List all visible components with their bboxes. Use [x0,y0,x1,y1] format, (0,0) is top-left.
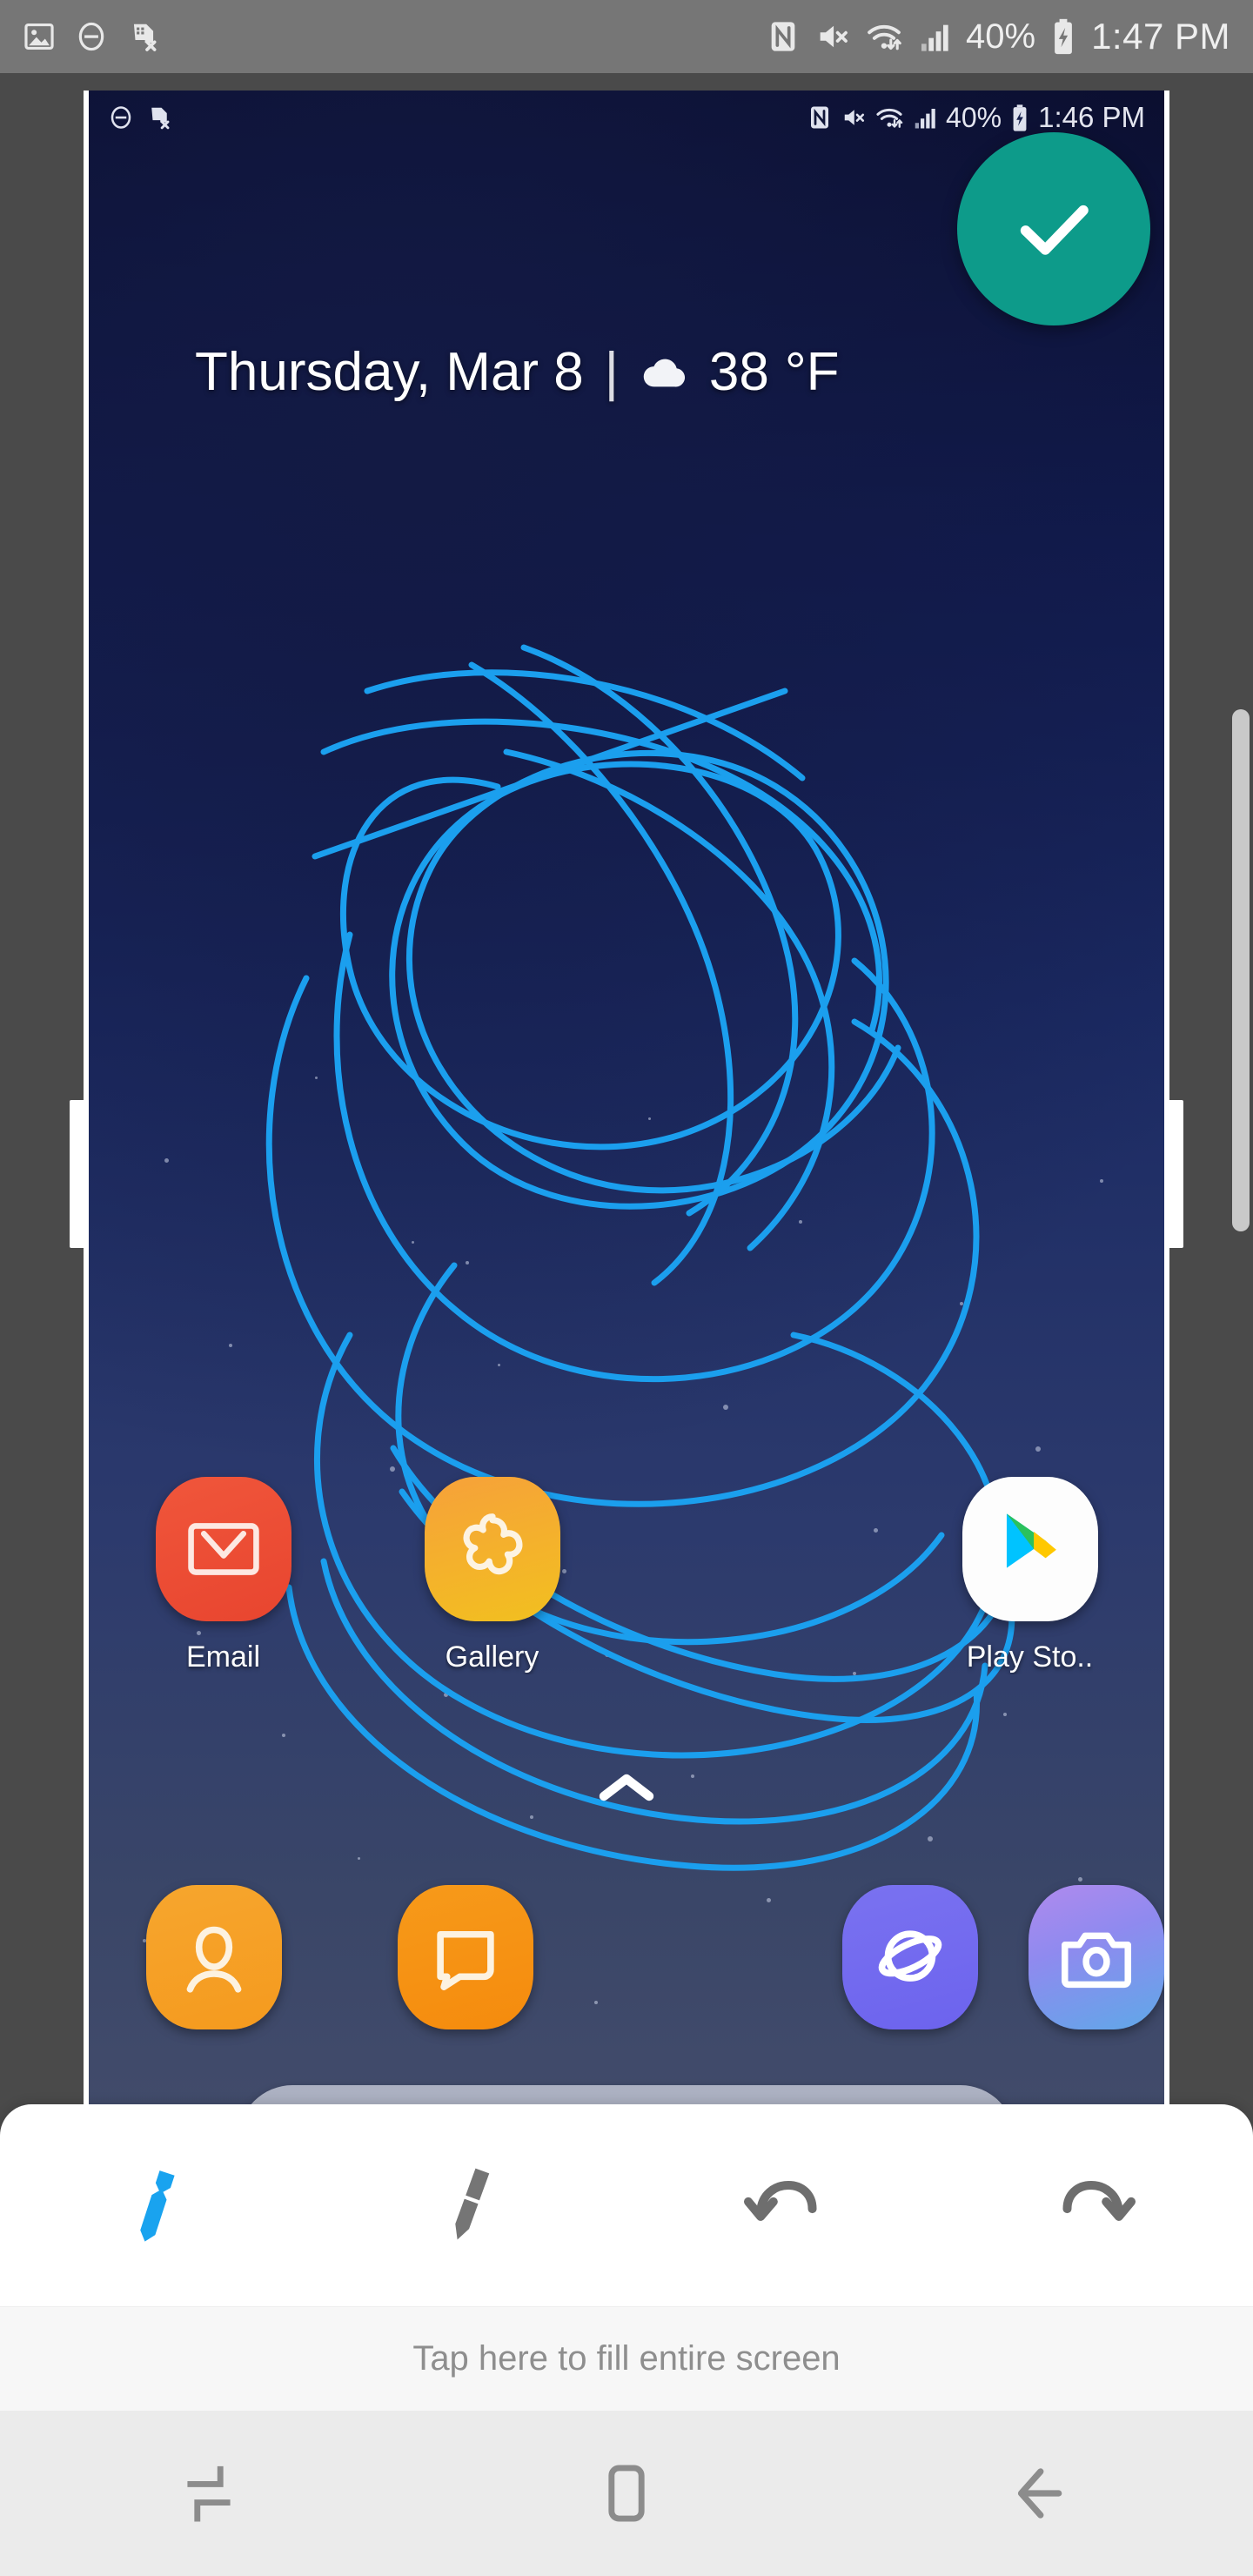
dock-icon-messages[interactable] [397,1885,533,2029]
status-bar-left-icons [23,20,160,53]
internet-icon [841,1885,978,2029]
status-bar-right-icons: 40% 1:47 PM [766,16,1230,57]
pen-tool-button[interactable] [78,2127,235,2284]
undo-icon [740,2162,827,2249]
dock-icon-internet[interactable] [841,1885,978,2029]
fill-screen-label: Tap here to fill entire screen [412,2339,841,2378]
play-store-icon [962,1477,1098,1621]
dock-icon-camera[interactable] [1028,1885,1164,2029]
app-slot-empty [626,1477,895,1674]
redo-button[interactable] [1018,2127,1175,2284]
chevron-up-icon [597,1770,656,1805]
dock-right-group [841,1885,1164,2029]
recents-icon [177,2461,241,2526]
messages-icon [397,1885,533,2029]
vertical-scrollbar[interactable] [1232,709,1250,1231]
contacts-icon [146,1885,283,2029]
screenshot-canvas[interactable]: 40% 1:46 PM Thursday, Mar 8 | 38 °F Emai… [70,91,1183,2144]
app-label: Play Sto.. [966,1640,1094,1674]
app-label: Email [185,1640,261,1674]
battery-charging-icon [1049,17,1077,56]
gallery-icon [424,1477,560,1621]
email-icon [155,1477,291,1621]
check-icon [1006,181,1102,277]
do-not-disturb-icon [75,20,108,53]
wifi-icon [865,19,903,54]
screen-root: 40% 1:47 PM 40% 1:46 PM Thursday, Mar 8 … [0,0,1253,2576]
camera-icon [1028,1885,1164,2029]
back-button[interactable] [957,2432,1131,2554]
sim-card-error-icon [127,20,160,53]
battery-percent-label: 40% [966,17,1036,56]
home-button[interactable] [539,2432,714,2554]
signal-icon [917,19,952,54]
home-icon [594,2461,659,2526]
dock-slot-empty [649,1885,785,2029]
pen-icon [115,2163,198,2247]
crop-handle-left[interactable] [70,1100,89,1248]
mute-icon [814,18,851,55]
android-nav-bar [0,2411,1253,2576]
os-status-bar: 40% 1:47 PM [0,0,1253,73]
dock-icon-contacts[interactable] [146,1885,283,2029]
drawing-toolbar [0,2104,1253,2306]
crop-handle-right[interactable] [1164,1100,1183,1248]
redo-icon [1053,2162,1140,2249]
dock [89,1885,1164,2029]
marker-tool-button[interactable] [392,2127,548,2284]
captured-home-screen[interactable]: 40% 1:46 PM Thursday, Mar 8 | 38 °F Emai… [89,91,1164,2144]
back-arrow-icon [1010,2459,1078,2527]
marker-icon [428,2163,512,2247]
clock-label: 1:47 PM [1091,16,1230,57]
image-icon [23,20,56,53]
recents-button[interactable] [122,2432,296,2554]
undo-button[interactable] [705,2127,861,2284]
app-grid-row: Email Gallery Play Sto.. [89,1477,1164,1674]
app-icon-gallery[interactable]: Gallery [358,1477,626,1674]
fill-screen-hint[interactable]: Tap here to fill entire screen [0,2306,1253,2411]
app-icon-email[interactable]: Email [89,1477,358,1674]
app-icon-play-store[interactable]: Play Sto.. [895,1477,1164,1674]
confirm-button[interactable] [957,132,1150,325]
nfc-icon [766,19,801,54]
app-label: Gallery [445,1640,539,1674]
pen-annotation-scribble [265,644,1015,1871]
app-drawer-chevron[interactable] [597,1770,656,1809]
